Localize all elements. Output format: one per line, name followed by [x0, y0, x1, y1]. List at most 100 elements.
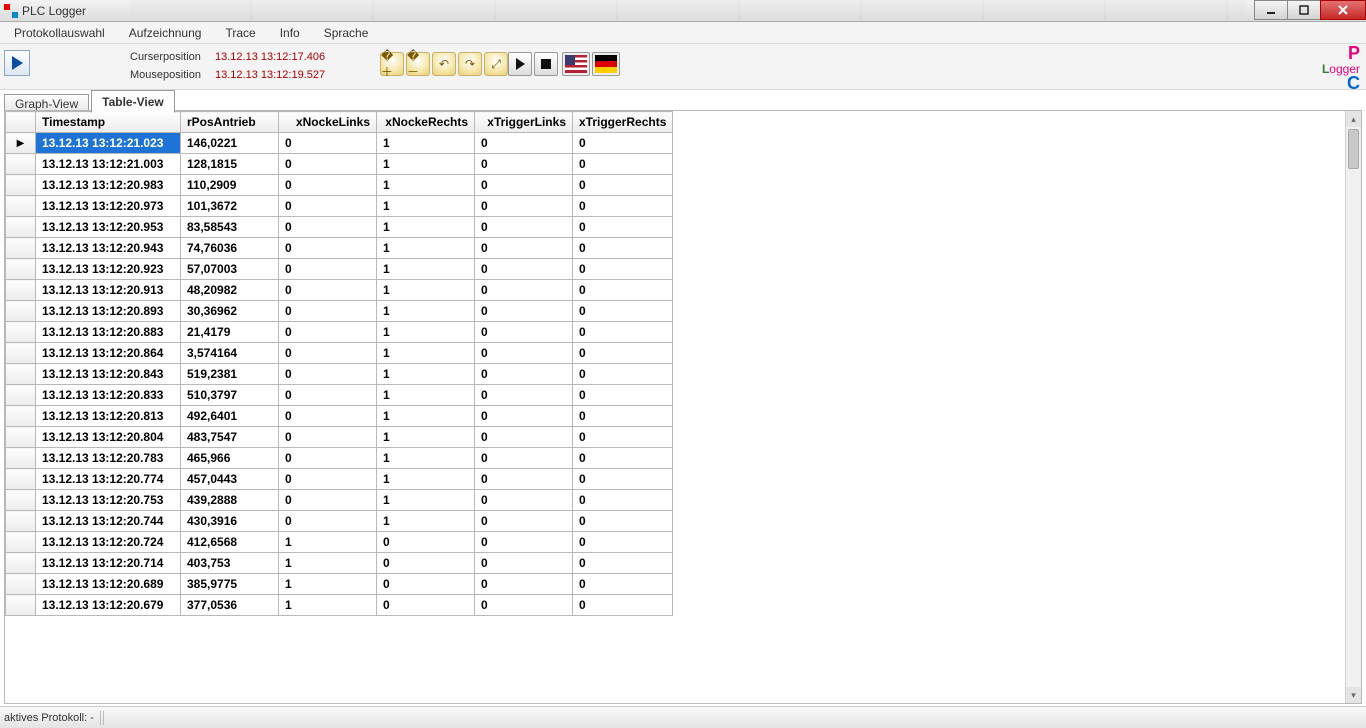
table-row[interactable]: 13.12.13 13:12:20.91348,209820100 [6, 280, 673, 301]
run-button[interactable] [4, 50, 30, 76]
cell-tl[interactable]: 0 [475, 280, 573, 301]
cell-ts[interactable]: 13.12.13 13:12:20.774 [36, 469, 181, 490]
cell-nl[interactable]: 1 [279, 574, 377, 595]
cell-rpos[interactable]: 385,9775 [181, 574, 279, 595]
col-xnockelinks[interactable]: xNockeLinks [279, 112, 377, 133]
cell-tr[interactable]: 0 [573, 469, 673, 490]
cell-tr[interactable]: 0 [573, 259, 673, 280]
cell-tr[interactable]: 0 [573, 532, 673, 553]
table-row[interactable]: 13.12.13 13:12:20.714403,7531000 [6, 553, 673, 574]
cell-nl[interactable]: 0 [279, 259, 377, 280]
cell-ts[interactable]: 13.12.13 13:12:20.973 [36, 196, 181, 217]
cell-nr[interactable]: 1 [377, 448, 475, 469]
row-header[interactable]: ▶ [6, 133, 36, 154]
cell-nr[interactable]: 1 [377, 133, 475, 154]
table-row[interactable]: 13.12.13 13:12:20.783465,9660100 [6, 448, 673, 469]
play-button[interactable] [508, 52, 532, 76]
cell-nr[interactable]: 1 [377, 322, 475, 343]
cell-rpos[interactable]: 510,3797 [181, 385, 279, 406]
row-header[interactable] [6, 574, 36, 595]
cell-nl[interactable]: 0 [279, 448, 377, 469]
table-row[interactable]: 13.12.13 13:12:20.8643,5741640100 [6, 343, 673, 364]
tab-table-view[interactable]: Table-View [91, 90, 175, 113]
cell-nl[interactable]: 0 [279, 469, 377, 490]
cell-tr[interactable]: 0 [573, 448, 673, 469]
cell-nr[interactable]: 1 [377, 490, 475, 511]
cell-tl[interactable]: 0 [475, 238, 573, 259]
cell-rpos[interactable]: 3,574164 [181, 343, 279, 364]
cell-nl[interactable]: 0 [279, 280, 377, 301]
table-row[interactable]: 13.12.13 13:12:20.843519,23810100 [6, 364, 673, 385]
cell-nl[interactable]: 0 [279, 301, 377, 322]
menu-protokollauswahl[interactable]: Protokollauswahl [4, 24, 115, 42]
cell-rpos[interactable]: 457,0443 [181, 469, 279, 490]
table-row[interactable]: 13.12.13 13:12:20.89330,369620100 [6, 301, 673, 322]
cell-tl[interactable]: 0 [475, 511, 573, 532]
cell-nl[interactable]: 1 [279, 553, 377, 574]
cell-rpos[interactable]: 74,76036 [181, 238, 279, 259]
cell-tr[interactable]: 0 [573, 322, 673, 343]
table-row[interactable]: 13.12.13 13:12:20.679377,05361000 [6, 595, 673, 616]
cell-tl[interactable]: 0 [475, 490, 573, 511]
cell-tl[interactable]: 0 [475, 364, 573, 385]
cell-nr[interactable]: 1 [377, 238, 475, 259]
cell-tr[interactable]: 0 [573, 154, 673, 175]
cell-tl[interactable]: 0 [475, 133, 573, 154]
cell-rpos[interactable]: 110,2909 [181, 175, 279, 196]
table-row[interactable]: 13.12.13 13:12:20.95383,585430100 [6, 217, 673, 238]
cell-nr[interactable]: 1 [377, 385, 475, 406]
cell-rpos[interactable]: 83,58543 [181, 217, 279, 238]
cell-rpos[interactable]: 439,2888 [181, 490, 279, 511]
cell-nr[interactable]: 1 [377, 427, 475, 448]
cell-nr[interactable]: 1 [377, 469, 475, 490]
cell-rpos[interactable]: 377,0536 [181, 595, 279, 616]
table-row[interactable]: 13.12.13 13:12:21.003128,18150100 [6, 154, 673, 175]
cell-tr[interactable]: 0 [573, 175, 673, 196]
cell-nr[interactable]: 1 [377, 217, 475, 238]
cell-tl[interactable]: 0 [475, 427, 573, 448]
cell-tr[interactable]: 0 [573, 427, 673, 448]
row-header[interactable] [6, 175, 36, 196]
cell-nr[interactable]: 1 [377, 175, 475, 196]
table-row[interactable]: 13.12.13 13:12:20.724412,65681000 [6, 532, 673, 553]
cell-tr[interactable]: 0 [573, 574, 673, 595]
menu-info[interactable]: Info [270, 24, 310, 42]
cell-nr[interactable]: 1 [377, 364, 475, 385]
data-grid[interactable]: Timestamp rPosAntrieb xNockeLinks xNocke… [5, 111, 673, 616]
row-header[interactable] [6, 385, 36, 406]
cell-ts[interactable]: 13.12.13 13:12:20.753 [36, 490, 181, 511]
cell-tl[interactable]: 0 [475, 532, 573, 553]
cell-tr[interactable]: 0 [573, 553, 673, 574]
row-header[interactable] [6, 448, 36, 469]
cell-tl[interactable]: 0 [475, 448, 573, 469]
cell-ts[interactable]: 13.12.13 13:12:20.813 [36, 406, 181, 427]
cell-tr[interactable]: 0 [573, 301, 673, 322]
row-header[interactable] [6, 406, 36, 427]
cell-tr[interactable]: 0 [573, 343, 673, 364]
cell-nr[interactable]: 1 [377, 196, 475, 217]
table-row[interactable]: 13.12.13 13:12:20.833510,37970100 [6, 385, 673, 406]
cell-nr[interactable]: 1 [377, 343, 475, 364]
cell-nr[interactable]: 1 [377, 259, 475, 280]
cell-rpos[interactable]: 483,7547 [181, 427, 279, 448]
cell-nl[interactable]: 0 [279, 322, 377, 343]
cell-tr[interactable]: 0 [573, 238, 673, 259]
table-row[interactable]: 13.12.13 13:12:20.92357,070030100 [6, 259, 673, 280]
cell-nl[interactable]: 0 [279, 490, 377, 511]
cell-nr[interactable]: 0 [377, 532, 475, 553]
cell-rpos[interactable]: 412,6568 [181, 532, 279, 553]
scroll-up-button[interactable]: ▴ [1346, 111, 1361, 127]
cell-nl[interactable]: 0 [279, 385, 377, 406]
zoom-out-button[interactable]: �－ [406, 52, 430, 76]
row-header-corner[interactable] [6, 112, 36, 133]
cell-tr[interactable]: 0 [573, 406, 673, 427]
cell-tl[interactable]: 0 [475, 217, 573, 238]
cell-tl[interactable]: 0 [475, 259, 573, 280]
cell-nl[interactable]: 0 [279, 196, 377, 217]
cell-ts[interactable]: 13.12.13 13:12:20.883 [36, 322, 181, 343]
cell-rpos[interactable]: 403,753 [181, 553, 279, 574]
cell-nl[interactable]: 0 [279, 343, 377, 364]
row-header[interactable] [6, 595, 36, 616]
scroll-down-button[interactable]: ▾ [1346, 687, 1361, 703]
row-header[interactable] [6, 553, 36, 574]
